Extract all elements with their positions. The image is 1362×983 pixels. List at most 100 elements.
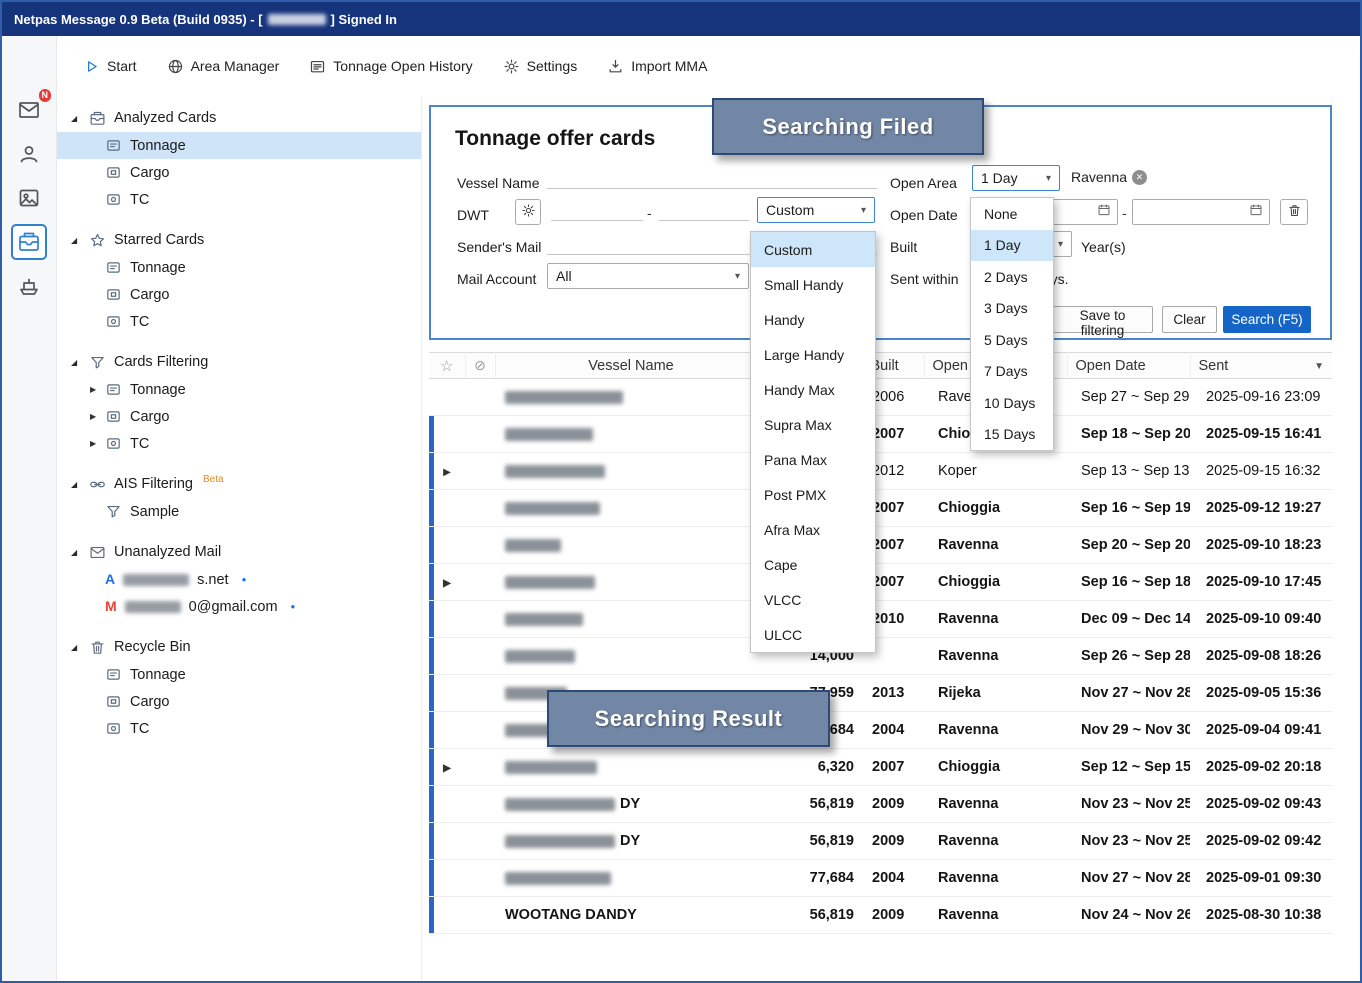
calendar-icon[interactable] — [1097, 203, 1111, 222]
sidebar-section-recycle-bin[interactable]: ◢Recycle Bin — [57, 633, 421, 661]
table-row[interactable]: DY56,8192009RavennaNov 23 ~ Nov 252025-0… — [429, 823, 1332, 860]
sidebar-item-recycle-bin-cargo[interactable]: Cargo — [57, 688, 421, 715]
row-select-cell[interactable] — [465, 416, 495, 453]
dropdown-option-3-days[interactable]: 3 Days — [971, 293, 1053, 325]
row-select-cell[interactable] — [465, 638, 495, 675]
row-select-cell[interactable] — [465, 786, 495, 823]
row-select-cell[interactable] — [465, 749, 495, 786]
row-select-cell[interactable] — [465, 860, 495, 897]
table-row[interactable]: 2007ChioggiaSep 16 ~ Sep 192025-09-12 19… — [429, 490, 1332, 527]
dropdown-option-15-days[interactable]: 15 Days — [971, 419, 1053, 451]
sidebar-item-starred-cards-cargo[interactable]: Cargo — [57, 281, 421, 308]
row-select-cell[interactable] — [465, 712, 495, 749]
dropdown-option-pana-max[interactable]: Pana Max — [751, 442, 875, 477]
dropdown-option-custom[interactable]: Custom — [751, 232, 875, 267]
dropdown-option-5-days[interactable]: 5 Days — [971, 324, 1053, 356]
rail-item-unanalyzed[interactable] — [11, 180, 47, 216]
sidebar-section-starred-cards[interactable]: ◢Starred Cards — [57, 226, 421, 254]
sidebar-item-cards-filtering-cargo[interactable]: ▶Cargo — [57, 403, 421, 430]
dropdown-option-cape[interactable]: Cape — [751, 547, 875, 582]
rail-item-ship[interactable] — [11, 268, 47, 304]
open-area-range-select[interactable]: 1 Day ▾ — [972, 165, 1060, 191]
mail-account-select[interactable]: All ▾ — [547, 263, 749, 289]
dropdown-option-ulcc[interactable]: ULCC — [751, 617, 875, 652]
clear-dates-button[interactable] — [1280, 199, 1308, 225]
table-row[interactable]: 2007RavennaSep 20 ~ Sep 202025-09-10 18:… — [429, 527, 1332, 564]
header-vessel-name[interactable]: Vessel Name — [495, 353, 767, 379]
select-all-icon[interactable]: ⊘ — [474, 357, 486, 373]
row-expand-cell[interactable]: ▶ — [429, 564, 465, 601]
table-row[interactable]: 2007ChioggiaSep 18 ~ Sep 202025-09-15 16… — [429, 416, 1332, 453]
dropdown-option-none[interactable]: None — [971, 198, 1053, 230]
star-icon[interactable]: ☆ — [440, 358, 453, 375]
dropdown-option-handy[interactable]: Handy — [751, 302, 875, 337]
dwt-min-input[interactable] — [551, 197, 643, 221]
dropdown-option-supra-max[interactable]: Supra Max — [751, 407, 875, 442]
row-expand-cell[interactable]: ▶ — [429, 749, 465, 786]
table-row[interactable]: 77,6842004RavennaNov 27 ~ Nov 282025-09-… — [429, 860, 1332, 897]
dwt-type-select[interactable]: Custom ▾ — [757, 197, 875, 223]
row-select-cell[interactable] — [465, 453, 495, 490]
vessel-name-input[interactable] — [547, 165, 877, 189]
dropdown-option-10-days[interactable]: 10 Days — [971, 387, 1053, 419]
dropdown-option-afra-max[interactable]: Afra Max — [751, 512, 875, 547]
row-select-cell[interactable] — [465, 564, 495, 601]
toolbar-item-area-manager[interactable]: Area Manager — [167, 58, 280, 75]
dropdown-option-post-pmx[interactable]: Post PMX — [751, 477, 875, 512]
sidebar-section-ais-filtering[interactable]: ◢AIS FilteringBeta — [57, 470, 421, 498]
dropdown-option-small-handy[interactable]: Small Handy — [751, 267, 875, 302]
sidebar-item-cards-filtering-tonnage[interactable]: ▶Tonnage — [57, 376, 421, 403]
header-sent[interactable]: ▼Sent — [1190, 353, 1332, 379]
table-row[interactable]: 2010RavennaDec 09 ~ Dec 142025-09-10 09:… — [429, 601, 1332, 638]
expand-arrow-icon[interactable]: ▶ — [443, 763, 451, 774]
row-select-cell[interactable] — [465, 897, 495, 934]
sidebar-item-ais-filtering-sample[interactable]: Sample — [57, 498, 421, 525]
toolbar-item-settings[interactable]: Settings — [503, 58, 578, 75]
table-row[interactable]: DY56,8192009RavennaNov 23 ~ Nov 252025-0… — [429, 786, 1332, 823]
toolbar-item-tonnage-open-history[interactable]: Tonnage Open History — [309, 58, 472, 75]
calendar-icon[interactable] — [1249, 203, 1263, 222]
row-select-cell[interactable] — [465, 675, 495, 712]
clear-button[interactable]: Clear — [1162, 306, 1217, 333]
table-row[interactable]: 14,000RavennaSep 26 ~ Sep 282025-09-08 1… — [429, 638, 1332, 675]
open-date-to-input[interactable] — [1132, 199, 1270, 225]
sidebar-item-cards-filtering-tc[interactable]: ▶TC — [57, 430, 421, 457]
row-expand-cell[interactable]: ▶ — [429, 453, 465, 490]
dropdown-option-7-days[interactable]: 7 Days — [971, 356, 1053, 388]
table-row[interactable]: ▶2007ChioggiaSep 16 ~ Sep 182025-09-10 1… — [429, 564, 1332, 601]
row-select-cell[interactable] — [465, 601, 495, 638]
remove-tag-icon[interactable]: ✕ — [1132, 170, 1147, 185]
rail-item-mail[interactable]: N — [11, 92, 47, 128]
table-row[interactable]: 2006RavennaSep 27 ~ Sep 292025-09-16 23:… — [429, 379, 1332, 416]
row-select-cell[interactable] — [465, 823, 495, 860]
sidebar-section-unanalyzed-mail[interactable]: ◢Unanalyzed Mail — [57, 538, 421, 566]
sort-descending-icon[interactable]: ▼ — [1314, 361, 1324, 372]
rail-item-analyzed-cards-rail[interactable] — [11, 224, 47, 260]
table-row[interactable]: ▶6,3202007ChioggiaSep 12 ~ Sep 152025-09… — [429, 749, 1332, 786]
sidebar-section-cards-filtering[interactable]: ◢Cards Filtering — [57, 348, 421, 376]
dwt-max-input[interactable] — [659, 197, 749, 221]
sidebar-item-unanalyzed-mail-0-gmail-com[interactable]: M0@gmail.com● — [57, 593, 421, 620]
sidebar-item-starred-cards-tc[interactable]: TC — [57, 308, 421, 335]
sidebar-item-analyzed-cards-tonnage[interactable]: Tonnage — [57, 132, 421, 159]
toolbar-item-start[interactable]: Start — [83, 58, 137, 75]
dropdown-option-2-days[interactable]: 2 Days — [971, 261, 1053, 293]
expand-arrow-icon[interactable]: ▶ — [443, 467, 451, 478]
save-to-filtering-button[interactable]: Save to filtering — [1052, 306, 1153, 333]
dropdown-option-handy-max[interactable]: Handy Max — [751, 372, 875, 407]
row-select-cell[interactable] — [465, 527, 495, 564]
sidebar-item-recycle-bin-tonnage[interactable]: Tonnage — [57, 661, 421, 688]
toolbar-item-import-mma[interactable]: Import MMA — [607, 58, 707, 75]
sidebar-item-starred-cards-tonnage[interactable]: Tonnage — [57, 254, 421, 281]
header-open-date[interactable]: Open Date — [1067, 353, 1190, 379]
expand-arrow-icon[interactable]: ▶ — [443, 578, 451, 589]
sidebar-item-recycle-bin-tc[interactable]: TC — [57, 715, 421, 742]
sidebar-item-analyzed-cards-cargo[interactable]: Cargo — [57, 159, 421, 186]
row-select-cell[interactable] — [465, 379, 495, 416]
sidebar-section-analyzed-cards[interactable]: ◢Analyzed Cards — [57, 104, 421, 132]
rail-item-contacts[interactable] — [11, 136, 47, 172]
dwt-settings-button[interactable] — [515, 199, 541, 225]
sidebar-item-unanalyzed-mail-s-net[interactable]: As.net● — [57, 566, 421, 593]
dropdown-option-1-day[interactable]: 1 Day — [971, 230, 1053, 262]
dropdown-option-large-handy[interactable]: Large Handy — [751, 337, 875, 372]
